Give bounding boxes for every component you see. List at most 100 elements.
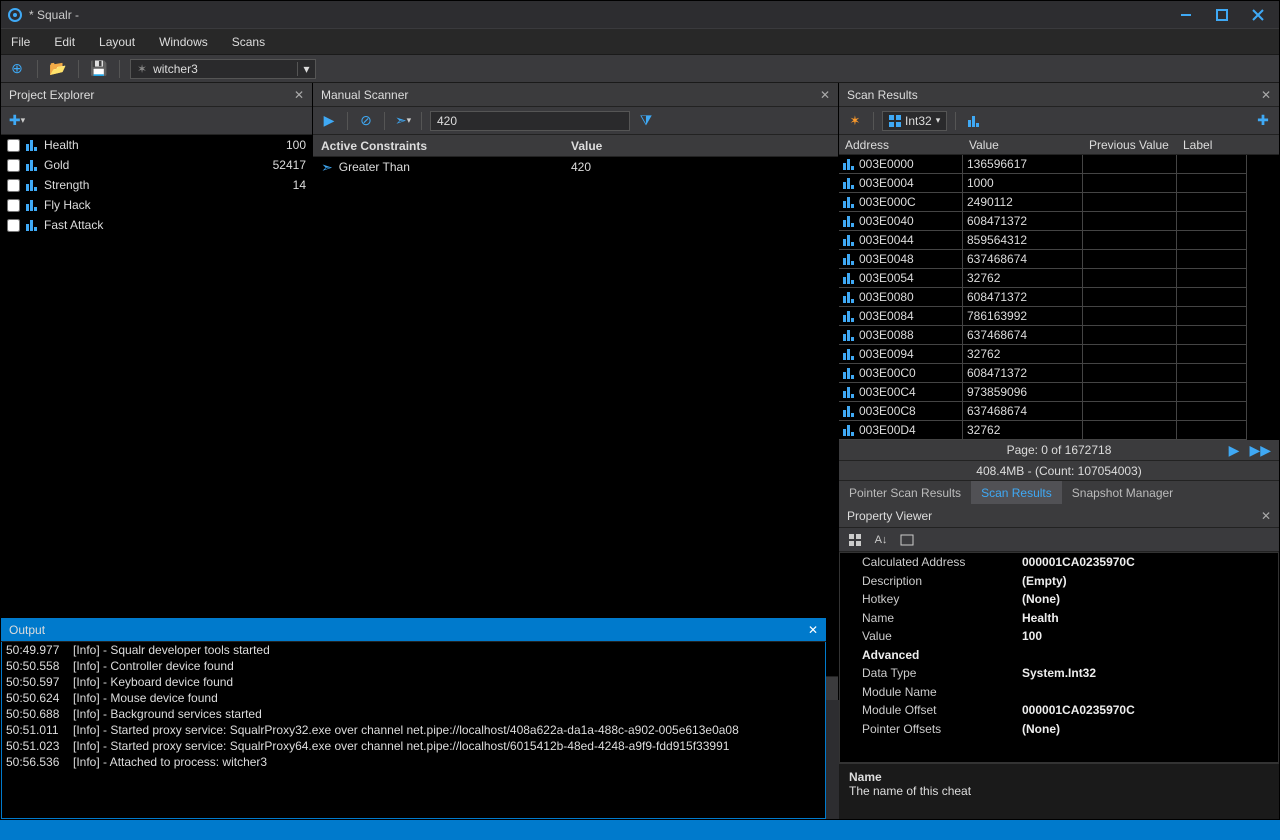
output-header[interactable]: Output ✕ <box>1 618 826 642</box>
add-item-button[interactable]: ✚▾ <box>7 111 27 131</box>
property-row[interactable]: Data TypeSystem.Int32 <box>840 664 1278 683</box>
project-item[interactable]: Gold 52417 <box>1 155 312 175</box>
constraint-type-button[interactable]: ➣▾ <box>393 111 413 131</box>
last-page-button[interactable]: ▶▶ <box>1249 442 1271 459</box>
process-selector[interactable]: ✶ ▾ <box>130 59 316 79</box>
property-row[interactable]: Advanced <box>840 646 1278 665</box>
property-row[interactable]: Calculated Address000001CA0235970C <box>840 553 1278 572</box>
result-address: 003E0004 <box>859 176 914 190</box>
scan-result-row[interactable]: 003E0048 637468674 <box>839 250 1279 269</box>
scan-result-row[interactable]: 003E0080 608471372 <box>839 288 1279 307</box>
col-address: Address <box>839 138 963 152</box>
item-checkbox[interactable] <box>7 199 20 212</box>
constraint-icon: ➣ <box>321 159 333 176</box>
menu-layout[interactable]: Layout <box>99 35 135 49</box>
scan-value-input[interactable] <box>430 111 630 131</box>
scan-result-row[interactable]: 003E0044 859564312 <box>839 231 1279 250</box>
output-line: 50:49.977[Info] - Squalr developer tools… <box>6 642 821 658</box>
project-item[interactable]: Strength 14 <box>1 175 312 195</box>
property-grid[interactable]: Calculated Address000001CA0235970CDescri… <box>839 552 1279 763</box>
output-line: 50:50.597[Info] - Keyboard device found <box>6 674 821 690</box>
add-address-button[interactable]: ✚ <box>1253 111 1273 131</box>
property-row[interactable]: Value100 <box>840 627 1278 646</box>
minimize-button[interactable] <box>1179 8 1193 22</box>
manual-scanner-toolbar: ▶ ⊘ ➣▾ ⧩ <box>313 107 838 135</box>
save-icon[interactable]: 💾 <box>89 59 109 79</box>
scan-result-row[interactable]: 003E0084 786163992 <box>839 307 1279 326</box>
process-dropdown-icon[interactable]: ▾ <box>297 62 315 76</box>
scan-result-row[interactable]: 003E0004 1000 <box>839 174 1279 193</box>
project-item[interactable]: Fly Hack <box>1 195 312 215</box>
result-prev-value <box>1083 155 1177 174</box>
result-address: 003E0044 <box>859 233 914 247</box>
add-results-button[interactable] <box>964 111 984 131</box>
output-log[interactable]: 50:49.977[Info] - Squalr developer tools… <box>1 640 826 819</box>
project-explorer-toolbar: ✚▾ <box>1 107 312 135</box>
property-row[interactable]: Hotkey(None) <box>840 590 1278 609</box>
property-key: Hotkey <box>862 592 1022 606</box>
property-viewer-title: Property Viewer <box>847 509 932 523</box>
stop-scan-button[interactable]: ⊘ <box>356 111 376 131</box>
scan-result-row[interactable]: 003E0088 637468674 <box>839 326 1279 345</box>
scan-result-row[interactable]: 003E0040 608471372 <box>839 212 1279 231</box>
open-icon[interactable]: 📂 <box>48 59 68 79</box>
alphabetical-button[interactable]: A↓ <box>871 530 891 550</box>
result-label <box>1177 288 1247 307</box>
scan-result-row[interactable]: 003E00D4 32762 <box>839 421 1279 440</box>
close-panel-icon[interactable]: ✕ <box>294 88 304 102</box>
property-row[interactable]: Pointer Offsets(None) <box>840 720 1278 739</box>
scan-result-row[interactable]: 003E00C0 608471372 <box>839 364 1279 383</box>
result-value: 973859096 <box>963 383 1083 402</box>
bars-icon <box>843 367 855 379</box>
property-pages-button[interactable] <box>897 530 917 550</box>
property-row[interactable]: Module Name <box>840 683 1278 702</box>
scan-result-row[interactable]: 003E0000 136596617 <box>839 155 1279 174</box>
tab-snapshot-manager[interactable]: Snapshot Manager <box>1062 481 1183 504</box>
close-button[interactable] <box>1251 8 1265 22</box>
item-value: 14 <box>293 178 306 192</box>
maximize-button[interactable] <box>1215 8 1229 22</box>
categorized-button[interactable] <box>845 530 865 550</box>
result-value: 1000 <box>963 174 1083 193</box>
next-page-button[interactable]: ▶ <box>1229 442 1240 459</box>
close-panel-icon[interactable]: ✕ <box>1261 509 1271 523</box>
target-process-icon[interactable]: ⊕ <box>7 59 27 79</box>
result-value: 608471372 <box>963 212 1083 231</box>
close-panel-icon[interactable]: ✕ <box>808 623 818 637</box>
play-scan-button[interactable]: ▶ <box>319 111 339 131</box>
scan-result-row[interactable]: 003E0054 32762 <box>839 269 1279 288</box>
tab-pointer-scan-results[interactable]: Pointer Scan Results <box>839 481 971 504</box>
process-name-input[interactable] <box>147 62 297 76</box>
project-item[interactable]: Health 100 <box>1 135 312 155</box>
item-checkbox[interactable] <box>7 159 20 172</box>
filter-button[interactable]: ⧩ <box>636 111 656 131</box>
data-type-selector[interactable]: Int32 ▾ <box>882 111 947 131</box>
close-panel-icon[interactable]: ✕ <box>1261 88 1271 102</box>
item-checkbox[interactable] <box>7 179 20 192</box>
item-checkbox[interactable] <box>7 219 20 232</box>
menu-scans[interactable]: Scans <box>232 35 265 49</box>
property-row[interactable]: Description(Empty) <box>840 572 1278 591</box>
manual-scanner-title: Manual Scanner <box>321 88 408 102</box>
menu-edit[interactable]: Edit <box>54 35 75 49</box>
scan-result-row[interactable]: 003E000C 2490112 <box>839 193 1279 212</box>
menu-windows[interactable]: Windows <box>159 35 208 49</box>
property-row[interactable]: NameHealth <box>840 609 1278 628</box>
scan-result-row[interactable]: 003E00C4 973859096 <box>839 383 1279 402</box>
result-prev-value <box>1083 212 1177 231</box>
item-checkbox[interactable] <box>7 139 20 152</box>
project-item[interactable]: Fast Attack <box>1 215 312 235</box>
constraint-row[interactable]: ➣Greater Than420 <box>313 157 838 177</box>
tab-scan-results[interactable]: Scan Results <box>971 481 1062 504</box>
log-time: 50:50.558 <box>6 658 61 674</box>
close-panel-icon[interactable]: ✕ <box>820 88 830 102</box>
property-value: (None) <box>1022 722 1278 736</box>
scan-result-row[interactable]: 003E00C8 637468674 <box>839 402 1279 421</box>
result-prev-value <box>1083 288 1177 307</box>
scan-result-row[interactable]: 003E0094 32762 <box>839 345 1279 364</box>
collect-values-button[interactable]: ✶ <box>845 111 865 131</box>
property-key: Pointer Offsets <box>862 722 1022 736</box>
bars-icon <box>26 139 38 151</box>
menu-file[interactable]: File <box>11 35 30 49</box>
property-row[interactable]: Module Offset000001CA0235970C <box>840 701 1278 720</box>
